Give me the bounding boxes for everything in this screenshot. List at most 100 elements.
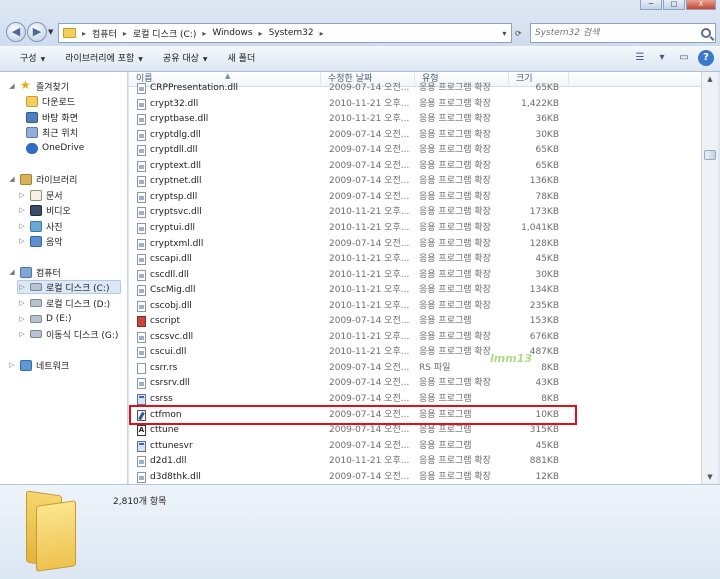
breadcrumb-separator-icon[interactable]: ▸	[123, 29, 127, 38]
file-name-cell[interactable]: Acttune	[137, 423, 327, 438]
file-name-cell[interactable]: CscMig.dll	[137, 283, 327, 298]
forward-button[interactable]: ▶	[27, 22, 47, 42]
expand-arrow-icon[interactable]: ◢	[8, 175, 16, 183]
scroll-thumb[interactable]	[704, 150, 716, 160]
file-name-cell[interactable]: cttunesvr	[137, 439, 327, 454]
file-name-cell[interactable]: cryptdlg.dll	[137, 128, 327, 143]
expand-arrow-icon[interactable]: ▷	[18, 330, 26, 338]
nav-favorites[interactable]: ◢ ★ 즐겨찾기	[8, 79, 69, 93]
view-options-icon[interactable]: ☰	[632, 50, 648, 66]
nav-libraries[interactable]: ◢ 라이브러리	[8, 172, 77, 186]
file-name-cell[interactable]: csrr.rs	[137, 361, 327, 376]
file-name-cell[interactable]: cscapi.dll	[137, 252, 327, 267]
preview-pane-icon[interactable]: ▭	[676, 50, 692, 66]
nav-downloads[interactable]: 다운로드	[26, 94, 75, 108]
file-name-cell[interactable]: cryptsp.dll	[137, 190, 327, 205]
table-row[interactable]: cryptdlg.dll 2009-07-14 오전... 응용 프로그램 확장 30…	[129, 128, 701, 144]
expand-arrow-icon[interactable]: ▷	[18, 299, 26, 307]
nav-drive-c[interactable]: ▷ 로컬 디스크 (C:)	[17, 280, 121, 294]
table-row[interactable]: CRPPresentation.dll 2009-07-14 오전... 응용 프로…	[129, 81, 701, 97]
expand-arrow-icon[interactable]: ◢	[8, 82, 16, 90]
table-row[interactable]: cscapi.dll 2010-11-21 오후... 응용 프로그램 확장 45KB	[129, 252, 701, 268]
table-row[interactable]: cryptbase.dll 2010-11-21 오후... 응용 프로그램 확장 3…	[129, 112, 701, 128]
nav-videos[interactable]: ▷ 비디오	[18, 203, 71, 217]
file-name-cell[interactable]: cscui.dll	[137, 345, 327, 360]
minimize-button[interactable]: ─	[640, 0, 662, 10]
expand-arrow-icon[interactable]: ▷	[18, 222, 26, 230]
nav-documents[interactable]: ▷ 문서	[18, 188, 63, 202]
table-row[interactable]: Acttune 2009-07-14 오전... 응용 프로그램 315KB	[129, 423, 701, 439]
breadcrumb-drive-c[interactable]: 로컬 디스크 (C:)	[133, 27, 196, 40]
file-name-cell[interactable]: crypt32.dll	[137, 97, 327, 112]
file-name-cell[interactable]: cryptsvc.dll	[137, 205, 327, 220]
help-icon[interactable]: ?	[698, 50, 714, 66]
include-in-library-button[interactable]: 라이브러리에 포함 ▼	[55, 48, 153, 70]
breadcrumb-system32[interactable]: System32	[269, 28, 314, 38]
table-row[interactable]: cttunesvr 2009-07-14 오전... 응용 프로그램 45KB	[129, 439, 701, 455]
file-name-cell[interactable]: cscdll.dll	[137, 268, 327, 283]
table-row[interactable]: cryptui.dll 2010-11-21 오후... 응용 프로그램 확장 1,0…	[129, 221, 701, 237]
file-name-cell[interactable]: cryptext.dll	[137, 159, 327, 174]
nav-drive-d[interactable]: ▷ 로컬 디스크 (D:)	[18, 296, 110, 310]
breadcrumb-computer[interactable]: 컴퓨터	[92, 27, 117, 40]
file-name-cell[interactable]: d2d1.dll	[137, 454, 327, 469]
file-name-cell[interactable]: cryptbase.dll	[137, 112, 327, 127]
expand-arrow-icon[interactable]: ▷	[8, 361, 16, 369]
nav-computer[interactable]: ◢ 컴퓨터	[8, 265, 61, 279]
file-name-cell[interactable]: cscsvc.dll	[137, 330, 327, 345]
table-row[interactable]: d2d1.dll 2010-11-21 오후... 응용 프로그램 확장 881KB	[129, 454, 701, 470]
file-name-cell[interactable]: csrsrv.dll	[137, 376, 327, 391]
table-row[interactable]: d3d8thk.dll 2009-07-14 오전... 응용 프로그램 확장 12K…	[129, 470, 701, 484]
organize-button[interactable]: 구성 ▼	[10, 48, 55, 70]
nav-onedrive[interactable]: OneDrive	[26, 141, 84, 155]
breadcrumb-separator-icon[interactable]: ▸	[320, 29, 324, 38]
table-row[interactable]: cscui.dll 2010-11-21 오후... 응용 프로그램 확장 487KB	[129, 345, 701, 361]
table-row[interactable]: cscript 2009-07-14 오전... 응용 프로그램 153KB	[129, 314, 701, 330]
file-name-cell[interactable]: cryptnet.dll	[137, 174, 327, 189]
file-name-cell[interactable]: cryptxml.dll	[137, 237, 327, 252]
search-input[interactable]	[535, 28, 685, 38]
table-row[interactable]: csrsrv.dll 2009-07-14 오전... 응용 프로그램 확장 43KB	[129, 376, 701, 392]
breadcrumb-separator-icon[interactable]: ▸	[202, 29, 206, 38]
table-row[interactable]: cryptext.dll 2009-07-14 오전... 응용 프로그램 확장 65…	[129, 159, 701, 175]
nav-music[interactable]: ▷ 음악	[18, 234, 63, 248]
address-dropdown-icon[interactable]: ▾	[502, 29, 506, 38]
table-row[interactable]: cscobj.dll 2010-11-21 오후... 응용 프로그램 확장 235K…	[129, 299, 701, 315]
file-name-cell[interactable]: CRPPresentation.dll	[137, 81, 327, 96]
recent-pages-dropdown[interactable]: ▼	[48, 28, 53, 36]
search-box[interactable]	[530, 23, 716, 43]
new-folder-button[interactable]: 새 폴더	[218, 48, 266, 70]
back-button[interactable]: ◀	[6, 22, 26, 42]
nav-recent[interactable]: 최근 위치	[26, 125, 78, 139]
breadcrumb-separator-icon[interactable]: ▸	[259, 29, 263, 38]
scroll-down-icon[interactable]: ▼	[702, 470, 718, 484]
file-name-cell[interactable]: cryptui.dll	[137, 221, 327, 236]
file-name-cell[interactable]: cscript	[137, 314, 327, 329]
expand-arrow-icon[interactable]: ◢	[8, 268, 16, 276]
table-row[interactable]: crypt32.dll 2010-11-21 오후... 응용 프로그램 확장 1,4…	[129, 97, 701, 113]
scroll-up-icon[interactable]: ▲	[702, 72, 718, 86]
file-name-cell[interactable]: cryptdll.dll	[137, 143, 327, 158]
table-row[interactable]: cryptsvc.dll 2010-11-21 오후... 응용 프로그램 확장 17…	[129, 205, 701, 221]
expand-arrow-icon[interactable]: ▷	[18, 315, 26, 323]
share-with-button[interactable]: 공유 대상 ▼	[153, 48, 218, 70]
nav-drive-g[interactable]: ▷ 이동식 디스크 (G:)	[18, 327, 118, 341]
expand-arrow-icon[interactable]: ▷	[18, 206, 26, 214]
table-row[interactable]: cscsvc.dll 2010-11-21 오후... 응용 프로그램 확장 676K…	[129, 330, 701, 346]
search-icon[interactable]	[701, 28, 711, 38]
table-row[interactable]: cryptdll.dll 2009-07-14 오전... 응용 프로그램 확장 65…	[129, 143, 701, 159]
breadcrumb-windows[interactable]: Windows	[212, 28, 252, 38]
expand-arrow-icon[interactable]: ▷	[18, 283, 26, 291]
table-row[interactable]: cscdll.dll 2010-11-21 오후... 응용 프로그램 확장 30KB	[129, 268, 701, 284]
expand-arrow-icon[interactable]: ▷	[18, 237, 26, 245]
file-name-cell[interactable]: d3d8thk.dll	[137, 470, 327, 484]
nav-drive-e[interactable]: ▷ D (E:)	[18, 312, 71, 326]
nav-desktop[interactable]: 바탕 화면	[26, 110, 78, 124]
chevron-down-icon[interactable]: ▾	[654, 50, 670, 66]
nav-pictures[interactable]: ▷ 사진	[18, 219, 63, 233]
table-row[interactable]: cryptsp.dll 2009-07-14 오전... 응용 프로그램 확장 78K…	[129, 190, 701, 206]
address-input[interactable]: ▸ 컴퓨터 ▸ 로컬 디스크 (C:) ▸ Windows ▸ System32…	[58, 23, 512, 43]
file-name-cell[interactable]: cscobj.dll	[137, 299, 327, 314]
table-row[interactable]: cryptxml.dll 2009-07-14 오전... 응용 프로그램 확장 12…	[129, 237, 701, 253]
table-row[interactable]: CscMig.dll 2010-11-21 오후... 응용 프로그램 확장 134K…	[129, 283, 701, 299]
